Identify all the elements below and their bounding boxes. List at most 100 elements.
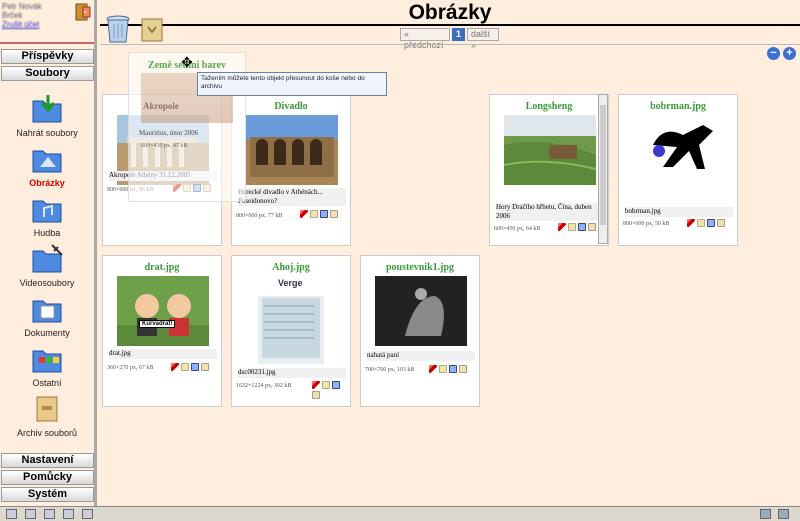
image-card-bobrman[interactable]: bobrman.jpg bobrman.jpg 800×600 px, 50 k… <box>618 94 738 246</box>
card-caption: dsc00231.jpg <box>238 368 346 378</box>
drag-icon[interactable] <box>312 391 320 399</box>
pager-current[interactable]: 1 <box>452 28 465 41</box>
pager-next[interactable]: další » <box>467 28 499 50</box>
note-icon[interactable] <box>310 210 318 218</box>
drag-icon[interactable] <box>201 363 209 371</box>
sidebar-item-label: Videosoubory <box>19 278 75 288</box>
copy-icon[interactable] <box>578 223 586 231</box>
copy-icon[interactable] <box>449 365 457 373</box>
sidebar-item-upload[interactable]: Nahrát soubory <box>0 93 94 138</box>
network-icon[interactable] <box>760 509 771 519</box>
card-scrollbar[interactable] <box>598 94 608 244</box>
sidebar: Petr Novák Brček Zrušit účet Příspěvky S… <box>0 0 97 506</box>
bobrman-thumb-graphic <box>653 125 713 169</box>
note-icon[interactable] <box>181 363 189 371</box>
move-cursor-icon: ✥ <box>181 54 193 70</box>
status-icon-2[interactable] <box>25 509 36 519</box>
thumbnail[interactable] <box>633 115 725 185</box>
archive-drop-icon[interactable] <box>140 17 164 43</box>
thumbnail[interactable] <box>246 115 338 185</box>
upload-folder-icon <box>32 95 62 123</box>
sidebar-item-documents[interactable]: Dokumenty <box>0 293 94 338</box>
sidebar-item-label: Ostatní <box>32 378 62 388</box>
note-icon[interactable] <box>439 365 447 373</box>
drag-icon[interactable] <box>330 210 338 218</box>
user-info: Petr Novák Brček Zrušit účet <box>2 2 94 42</box>
thumbnail[interactable] <box>504 115 596 185</box>
card-meta: 600×450 px, 64 kB <box>494 226 541 232</box>
edit-icon[interactable] <box>171 363 179 371</box>
card-caption: Hory Dračího hřbetu, Čína, duben 2006 <box>496 203 604 221</box>
card-actions <box>300 210 338 218</box>
card-meta: 700×700 px, 103 kB <box>365 367 415 373</box>
copy-icon[interactable] <box>707 219 715 227</box>
status-icon-5[interactable] <box>82 509 93 519</box>
sidebar-item-images[interactable]: Obrázky <box>0 143 94 188</box>
card-title: Longsheng <box>525 101 573 112</box>
status-icon-4[interactable] <box>63 509 74 519</box>
statue-thumb-graphic <box>405 288 444 336</box>
card-title: Ahoj.jpg <box>272 262 310 273</box>
note-icon[interactable] <box>697 219 705 227</box>
trash-icon[interactable] <box>106 14 130 44</box>
menu-files[interactable]: Soubory <box>1 66 94 81</box>
archive-icon <box>36 396 58 422</box>
edit-icon[interactable] <box>300 210 308 218</box>
card-caption: nahatá paní <box>367 351 475 361</box>
image-card-poustevnik[interactable]: poustevnik1.jpg nahatá paní 700×700 px, … <box>360 255 480 407</box>
logout-door-icon[interactable] <box>74 2 92 22</box>
card-actions <box>429 365 467 373</box>
thumbnail[interactable] <box>375 276 467 346</box>
status-icon-1[interactable] <box>6 509 17 519</box>
image-card-divadlo[interactable]: Divadlo Herecké divadlo v Athénách... Po… <box>231 94 351 246</box>
image-card-drat[interactable]: drat.jpg Kurvadrat! drat.jpg 360×270 px,… <box>102 255 222 407</box>
ghost-caption: Mauritius, únor 2006 <box>139 129 199 137</box>
drag-icon[interactable] <box>588 223 596 231</box>
card-meta: 800×600 px, 50 kB <box>623 221 670 227</box>
edit-icon[interactable] <box>687 219 695 227</box>
note-icon[interactable] <box>322 381 330 389</box>
card-actions <box>687 219 725 227</box>
documents-folder-icon <box>32 300 62 323</box>
sidebar-item-videos[interactable]: Videosoubory <box>0 243 94 288</box>
edit-icon[interactable] <box>429 365 437 373</box>
sidebar-item-other[interactable]: Ostatní <box>0 343 94 388</box>
thumbnail[interactable]: Kurvadrat! <box>117 276 209 346</box>
resize-icon[interactable] <box>778 509 789 519</box>
menu-system[interactable]: Systém <box>1 487 94 502</box>
sign-text: Kurvadrat! <box>139 320 176 328</box>
menu-settings[interactable]: Nastavení <box>1 453 94 468</box>
menu-tools[interactable]: Pomůcky <box>1 470 94 485</box>
images-folder-icon <box>32 150 62 173</box>
pager-prev[interactable]: « předchozí <box>400 28 450 50</box>
sidebar-item-label: Dokumenty <box>24 328 70 338</box>
image-card-longsheng[interactable]: Longsheng Hory Dračího hřbetu, Čína, dub… <box>489 94 609 246</box>
copy-icon[interactable] <box>332 381 340 389</box>
zoom-out-button[interactable]: − <box>767 47 780 60</box>
title-divider <box>100 24 800 26</box>
sidebar-item-music[interactable]: Hudba <box>0 193 94 238</box>
zoom-in-button[interactable]: + <box>783 47 796 60</box>
copy-icon[interactable] <box>191 363 199 371</box>
note-icon[interactable] <box>568 223 576 231</box>
southpark-thumb-graphic <box>135 294 191 336</box>
card-actions <box>171 363 209 371</box>
terraces-thumb-graphic <box>504 141 596 185</box>
drag-icon[interactable] <box>717 219 725 227</box>
edit-icon[interactable] <box>558 223 566 231</box>
video-folder-icon <box>32 244 63 273</box>
page-title: Obrázky <box>408 1 492 24</box>
status-icon-3[interactable] <box>44 509 55 519</box>
card-actions <box>312 381 342 399</box>
card-title: bobrman.jpg <box>650 101 706 112</box>
sidebar-item-archive[interactable]: Archiv souborů <box>0 393 94 438</box>
screen-thumb-graphic <box>258 276 324 358</box>
thumbnail[interactable]: Verge <box>258 276 324 364</box>
image-card-ahoj[interactable]: Ahoj.jpg Verge dsc00231.jpg 1632×1224 px… <box>231 255 351 407</box>
card-meta: 800×600 px, 77 kB <box>236 213 283 219</box>
card-title: drat.jpg <box>144 262 180 273</box>
edit-icon[interactable] <box>312 381 320 389</box>
drag-icon[interactable] <box>459 365 467 373</box>
menu-posts[interactable]: Příspěvky <box>1 49 94 64</box>
copy-icon[interactable] <box>320 210 328 218</box>
